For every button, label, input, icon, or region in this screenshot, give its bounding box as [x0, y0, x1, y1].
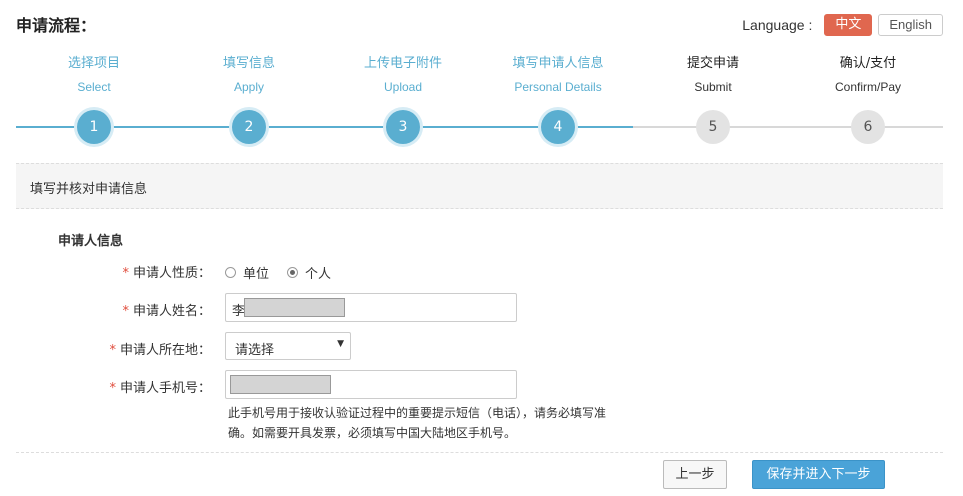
- radio-option-organization[interactable]: 单位: [225, 263, 269, 282]
- applicant-location-label: * 申请人所在地：: [109, 339, 211, 358]
- language-label: Language :: [742, 17, 813, 33]
- step-label-cn: 确认/支付: [839, 56, 897, 71]
- applicant-phone-input[interactable]: [225, 370, 517, 399]
- required-marker: *: [109, 381, 116, 396]
- applicant-location-select[interactable]: 请选择 ▼: [225, 332, 351, 360]
- radio-label: 单位: [243, 267, 270, 282]
- applicant-nature-radio-group: 单位 个人: [225, 263, 349, 282]
- dropdown-arrow-icon: ▼: [337, 339, 344, 349]
- radio-button-checked[interactable]: [287, 267, 299, 278]
- step-label-en: Personal Details: [514, 80, 602, 94]
- applicant-location-label-text: 申请人所在地：: [119, 343, 211, 358]
- applicant-nature-label: * 申请人性质：: [122, 262, 211, 281]
- step-number: 3: [386, 110, 420, 144]
- step-number: 1: [77, 110, 111, 144]
- applicant-phone-label-text: 申请人手机号：: [119, 381, 211, 396]
- previous-step-button[interactable]: 上一步: [663, 460, 727, 489]
- step-confirm-pay: 确认/支付 Confirm/Pay 6: [790, 54, 946, 144]
- required-marker: *: [122, 266, 129, 281]
- section-title: 填写并核对申请信息: [30, 182, 148, 197]
- radio-option-individual[interactable]: 个人: [287, 263, 331, 282]
- radio-label: 个人: [305, 267, 332, 282]
- redaction-block: [230, 375, 331, 394]
- step-number: 6: [851, 110, 885, 144]
- step-label-en: Select: [77, 80, 111, 94]
- progress-track-remaining: [633, 126, 943, 128]
- step-upload: 上传电子附件 Upload 3: [325, 54, 481, 144]
- applicant-name-input[interactable]: 李: [225, 293, 517, 322]
- step-submit: 提交申请 Submit 5: [635, 54, 791, 144]
- step-label-cn: 填写申请人信息: [512, 56, 604, 71]
- progress-steps: 选择项目 Select 1 填写信息 Apply 2 上传电子附件 Upload…: [16, 54, 943, 149]
- step-label-cn: 上传电子附件: [363, 56, 442, 71]
- required-marker: *: [109, 343, 116, 358]
- applicant-name-label-text: 申请人姓名：: [132, 304, 211, 319]
- step-label-cn: 选择项目: [67, 56, 120, 71]
- step-personal-details: 填写申请人信息 Personal Details 4: [480, 54, 636, 144]
- footer-divider: [16, 452, 943, 453]
- applicant-info-heading: 申请人信息: [58, 234, 124, 249]
- step-label-cn: 提交申请: [686, 56, 739, 71]
- redaction-block: [244, 298, 345, 317]
- step-label-cn: 填写信息: [222, 56, 275, 71]
- step-number: 5: [696, 110, 730, 144]
- page-title: 申请流程：: [16, 16, 97, 35]
- radio-button-unchecked[interactable]: [225, 267, 236, 278]
- phone-hint-text: 此手机号用于接收认验证过程中的重要提示短信（电话），请务必填写准确。如需要开具发…: [228, 406, 607, 440]
- applicant-name-label: * 申请人姓名：: [122, 300, 211, 319]
- section-header: 填写并核对申请信息: [16, 163, 943, 209]
- applicant-nature-label-text: 申请人性质：: [132, 266, 211, 281]
- step-apply: 填写信息 Apply 2: [171, 54, 327, 144]
- step-label-en: Confirm/Pay: [834, 80, 902, 94]
- language-english-button[interactable]: English: [878, 14, 943, 36]
- step-number: 2: [232, 110, 266, 144]
- required-marker: *: [122, 304, 129, 319]
- language-chinese-button[interactable]: 中文: [824, 14, 873, 36]
- applicant-location-value: 请选择: [235, 343, 275, 358]
- language-switcher: Language : 中文 English: [742, 14, 943, 36]
- applicant-phone-label: * 申请人手机号：: [109, 377, 211, 396]
- save-and-next-button[interactable]: 保存并进入下一步: [752, 460, 885, 489]
- step-select: 选择项目 Select 1: [16, 54, 172, 144]
- step-label-en: Apply: [233, 80, 265, 94]
- step-label-en: Submit: [694, 80, 732, 94]
- step-number: 4: [541, 110, 575, 144]
- step-label-en: Upload: [383, 80, 423, 94]
